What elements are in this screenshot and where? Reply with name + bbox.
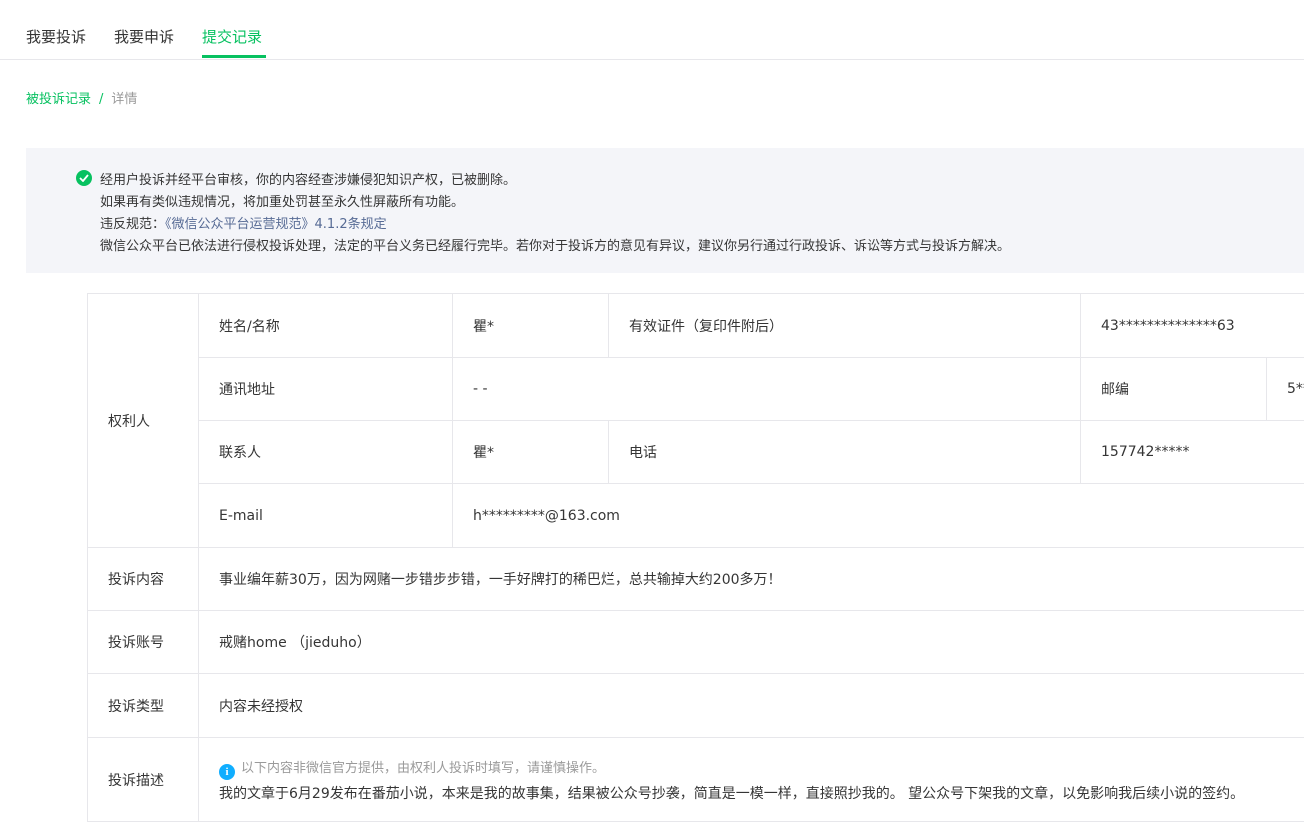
info-icon: i xyxy=(219,764,235,780)
phone-label: 电话 xyxy=(609,421,1081,484)
phone-value: 157742***** xyxy=(1081,421,1304,484)
contact-label: 联系人 xyxy=(199,421,453,484)
breadcrumb-current: 详情 xyxy=(111,92,137,107)
complaint-type-label: 投诉类型 xyxy=(88,674,199,738)
postcode-value: 5** xyxy=(1267,358,1304,421)
notice-line-legal: 微信公众平台已依法进行侵权投诉处理，法定的平台义务已经履行完毕。若你对于投诉方的… xyxy=(100,235,1010,254)
complaint-type-value: 内容未经授权 xyxy=(199,674,1304,738)
complaint-account-value: 戒赌home （jieduho） xyxy=(199,611,1304,674)
description-tip-text: 以下内容非微信官方提供，由权利人投诉时填写，请谨慎操作。 xyxy=(241,761,605,776)
notice-line-warning: 如果再有类似违规情况，将加重处罚甚至永久性屏蔽所有功能。 xyxy=(100,191,464,210)
tab-bar: 我要投诉 我要申诉 提交记录 xyxy=(0,0,1304,60)
address-label: 通讯地址 xyxy=(199,358,453,421)
active-tab-indicator xyxy=(202,55,266,58)
id-value: 43**************63 xyxy=(1081,294,1304,358)
rule-link[interactable]: 《微信公众平台运营规范》4.1.2条规定 xyxy=(165,217,387,232)
email-label: E-mail xyxy=(199,484,453,548)
notice-line-deleted: 经用户投诉并经平台审核，你的内容经查涉嫌侵犯知识产权，已被删除。 xyxy=(100,169,516,188)
name-label: 姓名/名称 xyxy=(199,294,453,358)
tab-submission-records[interactable]: 提交记录 xyxy=(202,26,262,47)
rights-holder-label: 权利人 xyxy=(88,294,199,548)
breadcrumb-complained-records-link[interactable]: 被投诉记录 xyxy=(26,92,91,107)
complaint-content-value: 事业编年薪30万，因为网赌一步错步步错，一手好牌打的稀巴烂，总共输掉大约200多… xyxy=(199,548,1304,611)
notice-line-rule: 违反规范：《微信公众平台运营规范》4.1.2条规定 xyxy=(100,213,387,232)
complaint-account-label: 投诉账号 xyxy=(88,611,199,674)
name-value: 瞿* xyxy=(453,294,609,358)
email-value: h*********@163.com xyxy=(453,484,1304,548)
description-tip: i 以下内容非微信官方提供，由权利人投诉时填写，请谨慎操作。 xyxy=(219,757,1304,780)
id-label: 有效证件（复印件附后） xyxy=(609,294,1081,358)
complaint-detail-table: 权利人 姓名/名称 瞿* 有效证件（复印件附后） 43*************… xyxy=(87,293,1304,822)
result-notice: 经用户投诉并经平台审核，你的内容经查涉嫌侵犯知识产权，已被删除。 如果再有类似违… xyxy=(26,148,1304,273)
breadcrumb-separator: / xyxy=(99,92,103,107)
address-value: - - xyxy=(453,358,1081,421)
complaint-description-cell: i 以下内容非微信官方提供，由权利人投诉时填写，请谨慎操作。 我的文章于6月29发… xyxy=(199,738,1304,822)
check-circle-icon xyxy=(76,170,92,186)
tab-complain[interactable]: 我要投诉 xyxy=(26,26,86,47)
complaint-description-label: 投诉描述 xyxy=(88,738,199,822)
complaint-content-label: 投诉内容 xyxy=(88,548,199,611)
tab-appeal[interactable]: 我要申诉 xyxy=(114,26,174,47)
contact-value: 瞿* xyxy=(453,421,609,484)
breadcrumb: 被投诉记录 / 详情 xyxy=(26,88,137,107)
postcode-label: 邮编 xyxy=(1081,358,1267,421)
rule-prefix: 违反规范： xyxy=(100,217,165,232)
complaint-description-value: 我的文章于6月29发布在番茄小说，本来是我的故事集，结果被公众号抄袭，简直是一模… xyxy=(219,783,1304,803)
